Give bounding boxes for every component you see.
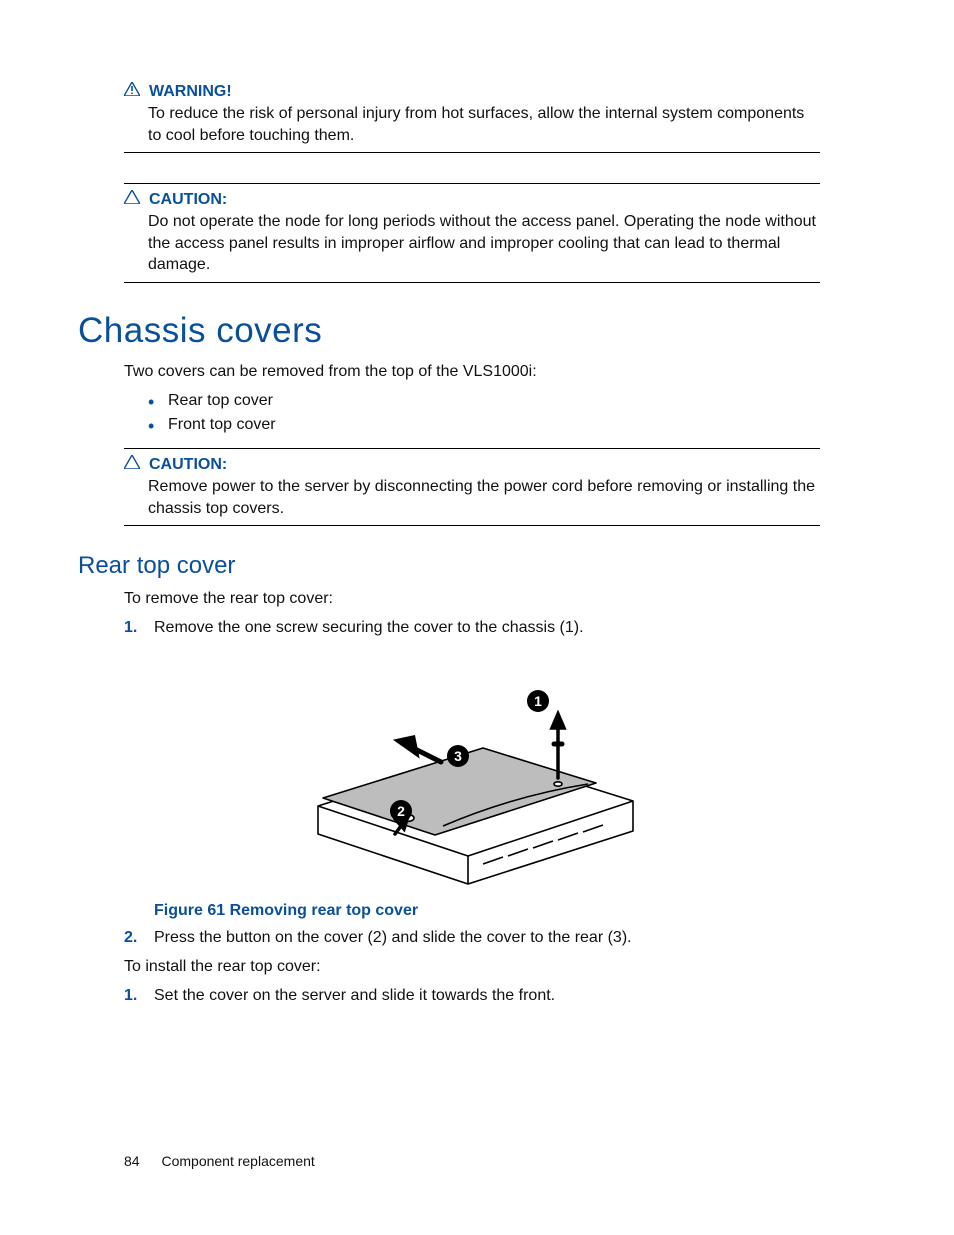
page-number: 84: [124, 1153, 140, 1169]
caution2-block: CAUTION: Remove power to the server by d…: [124, 455, 820, 519]
section-title: Component replacement: [161, 1153, 314, 1169]
caution1-header: CAUTION:: [124, 190, 820, 209]
caution2-label: CAUTION:: [149, 456, 227, 474]
install-lead: To install the rear top cover:: [124, 956, 820, 978]
remove-steps: 1.Remove the one screw securing the cove…: [124, 616, 820, 640]
step-text: Press the button on the cover (2) and sl…: [154, 929, 632, 946]
figure-illustration: 1 2 3: [303, 666, 643, 886]
list-item: Rear top cover: [148, 389, 820, 414]
intro-text: Two covers can be removed from the top o…: [124, 361, 820, 383]
caution1-text: Do not operate the node for long periods…: [148, 211, 820, 276]
warning-block: WARNING! To reduce the risk of personal …: [124, 82, 820, 146]
callout-1: 1: [534, 693, 542, 709]
list-item: 1.Set the cover on the server and slide …: [124, 984, 820, 1008]
rule: [124, 282, 820, 283]
warning-text: To reduce the risk of personal injury fr…: [148, 103, 820, 146]
callout-2: 2: [397, 803, 405, 819]
caution1-block: CAUTION: Do not operate the node for lon…: [124, 190, 820, 276]
rule: [124, 525, 820, 526]
heading-chassis-covers: Chassis covers: [78, 311, 820, 351]
caution2-text: Remove power to the server by disconnect…: [148, 476, 820, 519]
callout-3: 3: [454, 748, 462, 764]
rule: [124, 152, 820, 153]
caution-icon: [124, 455, 140, 473]
remove-steps-continued: 2.Press the button on the cover (2) and …: [124, 926, 820, 950]
caution-icon: [124, 190, 140, 208]
figure-61: 1 2 3: [126, 666, 820, 886]
page: WARNING! To reduce the risk of personal …: [0, 0, 954, 1235]
warning-header: WARNING!: [124, 82, 820, 101]
heading-rear-top-cover: Rear top cover: [78, 552, 820, 580]
step-text: Set the cover on the server and slide it…: [154, 987, 555, 1004]
list-item: 1.Remove the one screw securing the cove…: [124, 616, 820, 640]
install-steps: 1.Set the cover on the server and slide …: [124, 984, 820, 1008]
caution1-label: CAUTION:: [149, 191, 227, 209]
warning-label: WARNING!: [149, 83, 232, 101]
rule: [124, 448, 820, 449]
warning-icon: [124, 82, 140, 100]
remove-lead: To remove the rear top cover:: [124, 588, 820, 610]
list-item: 2.Press the button on the cover (2) and …: [124, 926, 820, 950]
cover-bullet-list: Rear top cover Front top cover: [148, 389, 820, 439]
page-footer: 84 Component replacement: [124, 1153, 315, 1169]
step-text: Remove the one screw securing the cover …: [154, 619, 584, 636]
rule: [124, 183, 820, 184]
list-item: Front top cover: [148, 413, 820, 438]
figure-caption: Figure 61 Removing rear top cover: [154, 902, 820, 920]
caution2-header: CAUTION:: [124, 455, 820, 474]
